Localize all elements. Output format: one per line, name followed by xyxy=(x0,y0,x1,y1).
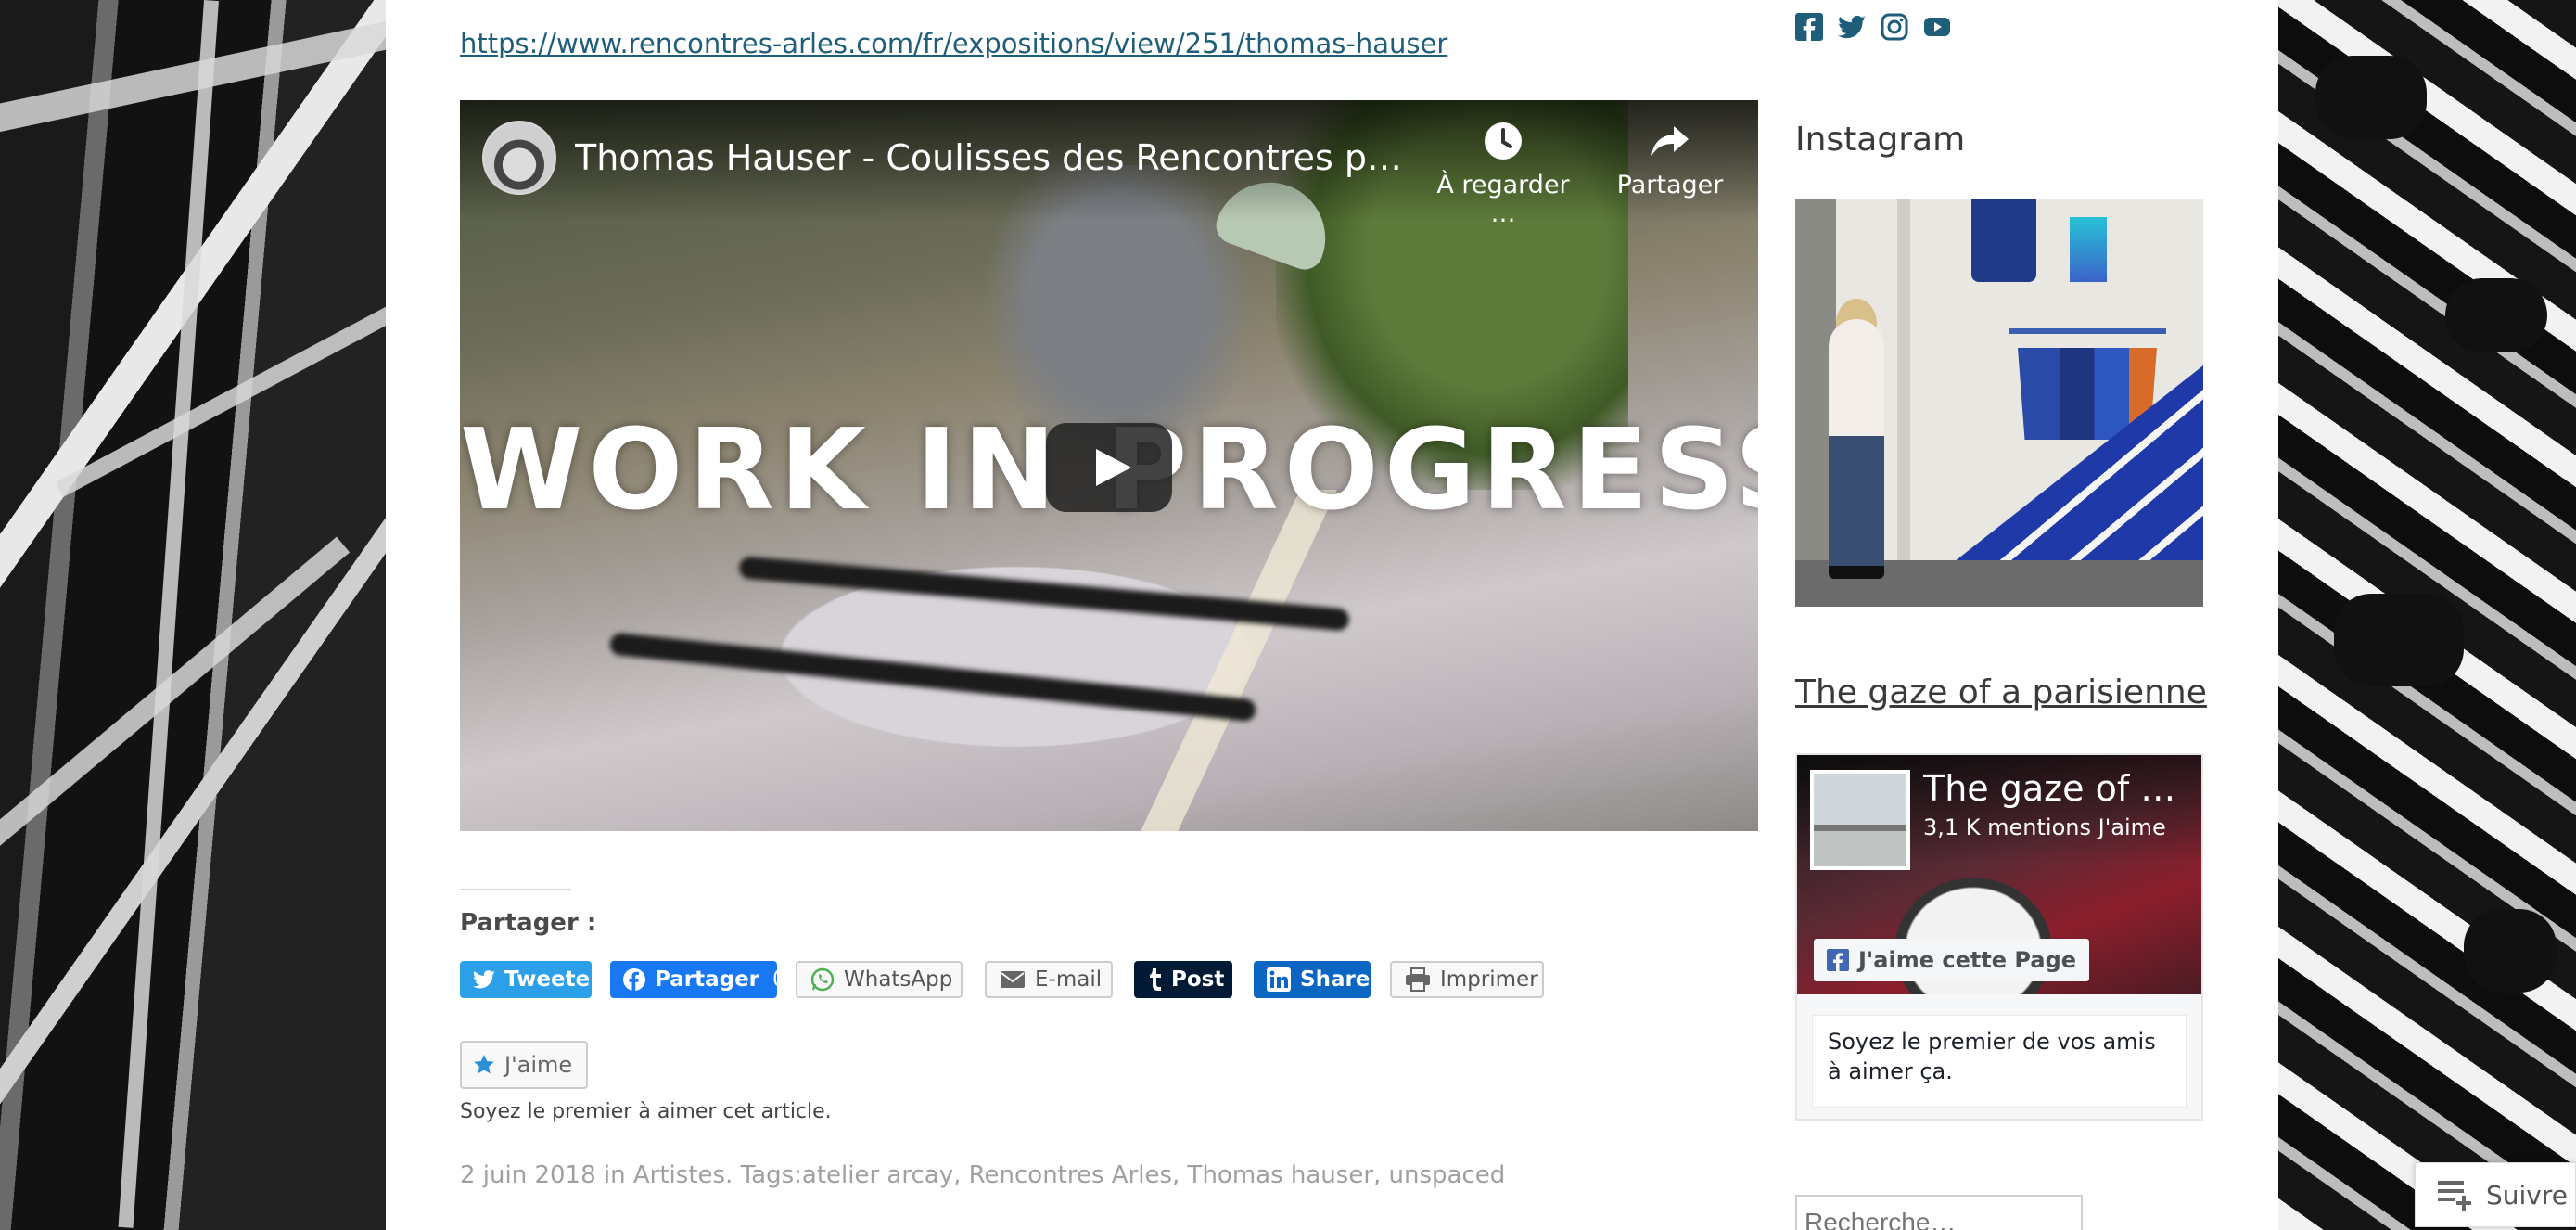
background-right-photo xyxy=(2278,0,2576,1230)
facebook-icon[interactable] xyxy=(1795,13,1823,41)
email-button[interactable]: E-mail xyxy=(985,961,1113,998)
facebook-cover-photo[interactable]: The gaze of … 3,1 K mentions J'aime J'ai… xyxy=(1797,755,2201,994)
post-meta: 2 juin 2018 in Artistes. Tags:atelier ar… xyxy=(460,1161,1506,1189)
whatsapp-button[interactable]: WhatsApp xyxy=(796,961,963,998)
video-share-button[interactable]: Partager xyxy=(1600,121,1740,199)
linkedin-share-label: Share xyxy=(1300,967,1371,992)
twitter-icon[interactable] xyxy=(1838,13,1866,41)
tweet-button[interactable]: Tweeter xyxy=(460,961,601,998)
tumblr-icon xyxy=(1150,968,1161,991)
tweet-label: Tweeter xyxy=(504,967,601,992)
clock-icon xyxy=(1485,122,1522,160)
video-frame-ink-stroke xyxy=(608,632,1257,723)
facebook-friends-note: Soyez le premier de vos amis à aimer ça. xyxy=(1812,1015,2187,1108)
facebook-page-thumbnail[interactable] xyxy=(1810,770,1910,870)
photo-wall-shadow xyxy=(1897,199,1910,607)
video-share-label: Partager xyxy=(1616,171,1724,199)
whatsapp-label: WhatsApp xyxy=(844,967,953,992)
instagram-icon[interactable] xyxy=(1881,13,1908,41)
print-label: Imprimer xyxy=(1440,967,1538,992)
follow-button[interactable]: Suivre xyxy=(2415,1162,2576,1227)
share-heading: Partager : xyxy=(460,909,597,937)
facebook-icon xyxy=(1827,949,1849,971)
facebook-like-page-button[interactable]: J'aime cette Page xyxy=(1814,939,2090,981)
photo-poster xyxy=(2070,217,2107,282)
twitter-icon xyxy=(473,970,495,989)
follow-icon xyxy=(2438,1181,2471,1211)
tumblr-post-button[interactable]: Post xyxy=(1134,961,1232,998)
facebook-page-widget: The gaze of … 3,1 K mentions J'aime J'ai… xyxy=(1795,753,2203,1121)
facebook-share-count: 0 xyxy=(772,967,786,992)
like-button[interactable]: J'aime xyxy=(460,1041,588,1089)
gaze-heading-link[interactable]: The gaze of a parisienne xyxy=(1795,673,2207,711)
facebook-page-likes: 3,1 K mentions J'aime xyxy=(1923,814,2166,840)
video-frame-table-edge xyxy=(1141,490,1758,831)
channel-avatar[interactable] xyxy=(482,121,556,195)
instagram-heading: Instagram xyxy=(1795,121,1966,159)
facebook-share-button[interactable]: Partager 0 xyxy=(610,961,786,998)
embedded-video[interactable]: Thomas Hauser - Coulisses des Rencontres… xyxy=(460,100,1758,831)
like-note: Soyez le premier à aimer cet article. xyxy=(460,1100,832,1123)
facebook-page-name[interactable]: The gaze of … xyxy=(1923,768,2192,809)
share-divider xyxy=(460,889,571,890)
envelope-icon xyxy=(1001,971,1025,988)
facebook-share-label: Partager xyxy=(655,967,760,992)
play-button[interactable] xyxy=(1046,423,1172,512)
source-link[interactable]: https://www.rencontres-arles.com/fr/expo… xyxy=(460,28,1447,59)
photo-tote-bag xyxy=(1971,199,2036,282)
facebook-icon xyxy=(623,968,645,991)
like-label: J'aime xyxy=(504,1052,573,1078)
print-button[interactable]: Imprimer xyxy=(1390,961,1544,998)
linkedin-share-button[interactable]: Share xyxy=(1254,961,1371,998)
watch-later-button[interactable]: À regarder … xyxy=(1424,121,1582,228)
star-icon xyxy=(474,1055,494,1074)
photo-clothes-rail xyxy=(2009,328,2166,334)
printer-icon xyxy=(1406,967,1430,992)
social-icons xyxy=(1795,13,1951,41)
search-input[interactable] xyxy=(1795,1195,2083,1230)
facebook-like-page-label: J'aime cette Page xyxy=(1858,947,2077,973)
watch-later-label: À regarder … xyxy=(1436,171,1570,228)
share-arrow-icon xyxy=(1651,126,1689,156)
linkedin-icon xyxy=(1267,967,1291,992)
instagram-photo[interactable] xyxy=(1795,199,2203,607)
background-left-photo xyxy=(0,0,386,1230)
video-title[interactable]: Thomas Hauser - Coulisses des Rencontres… xyxy=(575,137,1409,178)
tumblr-post-label: Post xyxy=(1171,967,1225,992)
content-page: https://www.rencontres-arles.com/fr/expo… xyxy=(386,0,2278,1230)
photo-woman xyxy=(1829,319,1884,579)
youtube-icon[interactable] xyxy=(1923,13,1951,41)
email-label: E-mail xyxy=(1035,967,1103,992)
whatsapp-icon xyxy=(810,967,835,992)
follow-label: Suivre xyxy=(2486,1179,2568,1211)
